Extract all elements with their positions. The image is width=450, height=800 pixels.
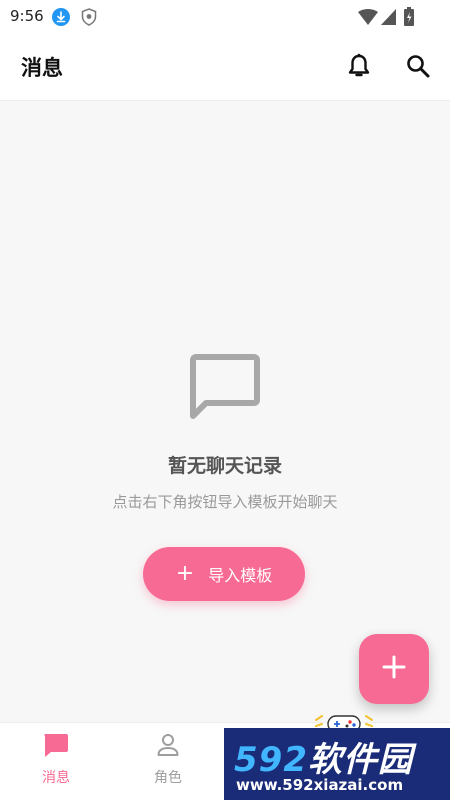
nav-item-messages[interactable]: 消息	[6, 731, 106, 791]
wifi-icon	[358, 9, 378, 29]
download-icon	[52, 8, 70, 30]
nav-item-roles[interactable]: 角色	[118, 731, 218, 791]
empty-state-title: 暂无聊天记录	[167, 455, 282, 477]
watermark-logo: 592软件园 www.592xiazai.com	[224, 728, 450, 800]
page-title: 消息	[21, 56, 63, 80]
empty-state-subtitle: 点击右下角按钮导入模板开始聊天	[112, 493, 338, 511]
status-bar: 9:56	[0, 0, 450, 34]
plus-icon: +	[175, 561, 195, 586]
import-template-label: 导入模板	[208, 566, 273, 585]
app-bar: 消息	[0, 34, 450, 101]
bell-icon	[347, 53, 371, 83]
nav-label-messages: 消息	[42, 770, 70, 786]
watermark-brand: 592软件园	[234, 740, 413, 780]
person-icon	[154, 731, 182, 763]
search-icon	[405, 53, 431, 83]
chat-bubble-icon	[190, 354, 260, 422]
plus-icon	[382, 655, 406, 683]
add-fab-button[interactable]	[359, 634, 429, 704]
search-button[interactable]	[404, 54, 432, 82]
status-time: 9:56	[10, 7, 44, 25]
shield-icon	[81, 8, 97, 30]
battery-icon	[404, 7, 414, 30]
import-template-button[interactable]: + 导入模板	[143, 547, 305, 601]
notifications-button[interactable]	[345, 53, 373, 83]
watermark-url: www.592xiazai.com	[236, 776, 404, 794]
nav-label-roles: 角色	[154, 770, 182, 786]
screen: 9:56 消息 暂无聊天记录 点击右下角按钮导入模板开始聊天 + 导入模板 消息…	[0, 0, 450, 800]
signal-icon	[381, 9, 396, 29]
message-icon	[42, 731, 70, 763]
